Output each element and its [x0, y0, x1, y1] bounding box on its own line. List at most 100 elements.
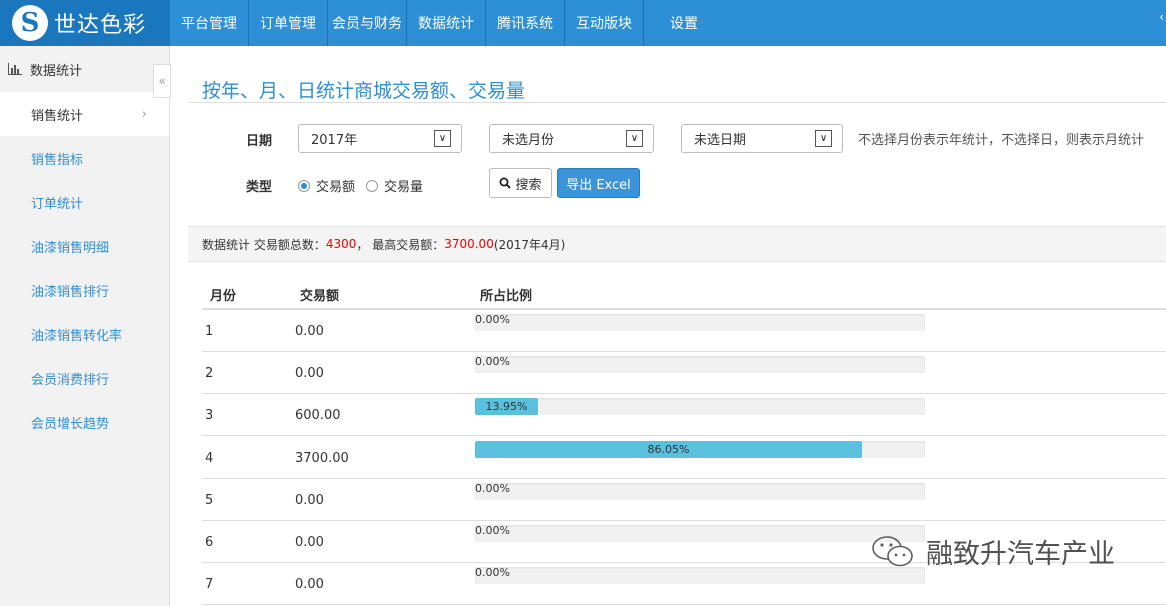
radio-amount[interactable]: 交易额	[298, 176, 355, 195]
type-label: 类型	[246, 180, 273, 195]
cell-month: 7	[205, 577, 214, 593]
table-row: 2 0.00 0.00%	[202, 352, 1166, 395]
title-divider	[188, 102, 1166, 103]
sidebar-item-label: 销售指标	[31, 152, 84, 168]
brand-name: 世达色彩	[54, 13, 147, 38]
cell-month: 1	[205, 324, 214, 339]
cell-amount: 0.00	[295, 366, 324, 382]
table-row: 5 0.00 0.00%	[202, 479, 1166, 521]
month-select-value: 未选月份	[502, 133, 555, 148]
radio-unchecked-icon	[366, 179, 378, 192]
table-row: 1 0.00 0.00%	[202, 310, 1166, 352]
sidebar-item-sales-stats[interactable]: 销售统计 ›	[0, 92, 169, 136]
main-nav: 平台管理 订单管理 会员与财务 数据统计 腾讯系统 互动版块 设置	[170, 0, 724, 46]
nav-tencent-system[interactable]: 腾讯系统	[486, 0, 565, 46]
cell-month: 4	[205, 450, 214, 466]
progress-bar: 0.00%	[475, 566, 925, 585]
cell-amount: 0.00	[295, 577, 324, 593]
sidebar-item-member-growth[interactable]: 会员增长趋势	[0, 400, 169, 444]
export-excel-button[interactable]: 导出 Excel	[557, 168, 640, 198]
more-icon[interactable]: ‹	[1159, 10, 1164, 24]
cell-amount: 0.00	[295, 535, 324, 550]
chevron-down-icon: ∨	[626, 130, 643, 147]
nav-members-finance[interactable]: 会员与财务	[328, 0, 407, 46]
sidebar-item-paint-sales-detail[interactable]: 油漆销售明细	[0, 224, 169, 268]
sidebar-item-label: 订单统计	[31, 196, 84, 212]
month-select[interactable]: 未选月份 ∨	[489, 124, 654, 153]
progress-label: 0.00%	[475, 355, 510, 369]
brand-logo[interactable]: S 世达色彩	[0, 0, 170, 46]
page-title: 按年、月、日统计商城交易额、交易量	[202, 80, 526, 102]
sidebar-item-paint-conversion[interactable]: 油漆销售转化率	[0, 312, 169, 356]
year-select-value: 2017年	[311, 133, 358, 148]
sidebar-item-label: 销售统计	[31, 108, 84, 124]
year-select[interactable]: 2017年 ∨	[298, 124, 462, 153]
sidebar-item-order-stats[interactable]: 订单统计	[0, 180, 169, 224]
cell-month: 6	[205, 535, 214, 550]
sidebar-section-header: 数据统计	[0, 46, 169, 92]
watermark: 融致升汽车产业	[870, 532, 1115, 571]
progress-bar: 0.00%	[475, 355, 925, 374]
nav-order-management[interactable]: 订单管理	[249, 0, 328, 46]
date-label: 日期	[246, 134, 273, 149]
progress-label: 0.00%	[475, 524, 510, 537]
nav-interactive-section[interactable]: 互动版块	[565, 0, 644, 46]
stats-max-note: (2017年4月)	[493, 237, 566, 252]
table-row: 3 600.00 13.95%	[202, 394, 1166, 437]
logo-mark-icon: S	[12, 5, 48, 41]
date-hint: 不选择月份表示年统计，不选择日，则表示月统计	[858, 133, 1145, 148]
progress-label: 0.00%	[475, 313, 510, 326]
wechat-icon	[872, 535, 913, 566]
nav-platform-management[interactable]: 平台管理	[170, 0, 249, 46]
progress-bar: 0.00%	[475, 313, 925, 331]
cell-month: 3	[205, 408, 214, 424]
radio-volume-label: 交易量	[384, 180, 424, 195]
progress-label: 0.00%	[475, 481, 510, 495]
search-button[interactable]: 搜索	[489, 168, 552, 198]
progress-bar: 0.00%	[475, 524, 925, 542]
nav-settings[interactable]: 设置	[644, 0, 724, 46]
cell-amount: 0.00	[295, 492, 324, 508]
stats-max: 3700.00	[444, 237, 494, 251]
day-select[interactable]: 未选日期 ∨	[681, 124, 843, 153]
chevron-down-icon: ∨	[434, 130, 451, 147]
sidebar-item-label: 会员增长趋势	[31, 416, 110, 432]
column-header-amount: 交易额	[300, 289, 340, 304]
progress-label: 13.95%	[485, 400, 528, 414]
sidebar-item-sales-targets[interactable]: 销售指标	[0, 136, 169, 180]
chevron-right-icon: ›	[141, 106, 147, 122]
chevron-down-icon: ∨	[815, 130, 832, 147]
stats-summary: 数据统计 交易额总数： 4300 ， 最高交易额： 3700.00 (2017年…	[188, 226, 1166, 262]
progress-label: 0.00%	[475, 566, 510, 580]
sidebar-item-label: 油漆销售排行	[31, 284, 110, 300]
sidebar-item-label: 油漆销售转化率	[31, 328, 123, 344]
sidebar-item-label: 会员消费排行	[31, 372, 110, 388]
search-icon	[499, 177, 512, 189]
progress-bar: 0.00%	[475, 481, 925, 500]
sidebar-section-title: 数据统计	[30, 63, 83, 79]
stats-separator: ， 最高交易额：	[356, 237, 445, 252]
progress-bar: 13.95%	[475, 398, 925, 416]
sidebar-item-member-spending[interactable]: 会员消费排行	[0, 356, 169, 400]
nav-data-statistics[interactable]: 数据统计	[407, 0, 486, 46]
cell-month: 2	[205, 366, 214, 382]
sidebar-item-paint-sales-ranking[interactable]: 油漆销售排行	[0, 268, 169, 312]
stats-total: 4300	[325, 237, 357, 251]
cell-amount: 0.00	[295, 324, 324, 339]
bar-chart-icon	[8, 63, 22, 75]
sidebar-collapse-icon[interactable]: «	[153, 64, 171, 98]
day-select-value: 未选日期	[694, 133, 747, 148]
top-navbar: S 世达色彩 平台管理 订单管理 会员与财务 数据统计 腾讯系统 互动版块 设置…	[0, 0, 1166, 46]
stats-prefix: 数据统计 交易额总数：	[202, 237, 326, 252]
cell-amount: 600.00	[295, 408, 341, 424]
column-header-ratio: 所占比例	[480, 289, 533, 304]
progress-bar: 86.05%	[475, 440, 925, 458]
search-button-label: 搜索	[515, 177, 542, 193]
progress-label: 86.05%	[647, 442, 690, 456]
watermark-text: 融致升汽车产业	[926, 539, 1115, 570]
radio-checked-icon	[298, 179, 310, 192]
cell-amount: 3700.00	[295, 450, 349, 466]
radio-amount-label: 交易额	[316, 180, 356, 195]
radio-volume[interactable]: 交易量	[366, 176, 423, 195]
sidebar-item-label: 油漆销售明细	[31, 240, 110, 256]
